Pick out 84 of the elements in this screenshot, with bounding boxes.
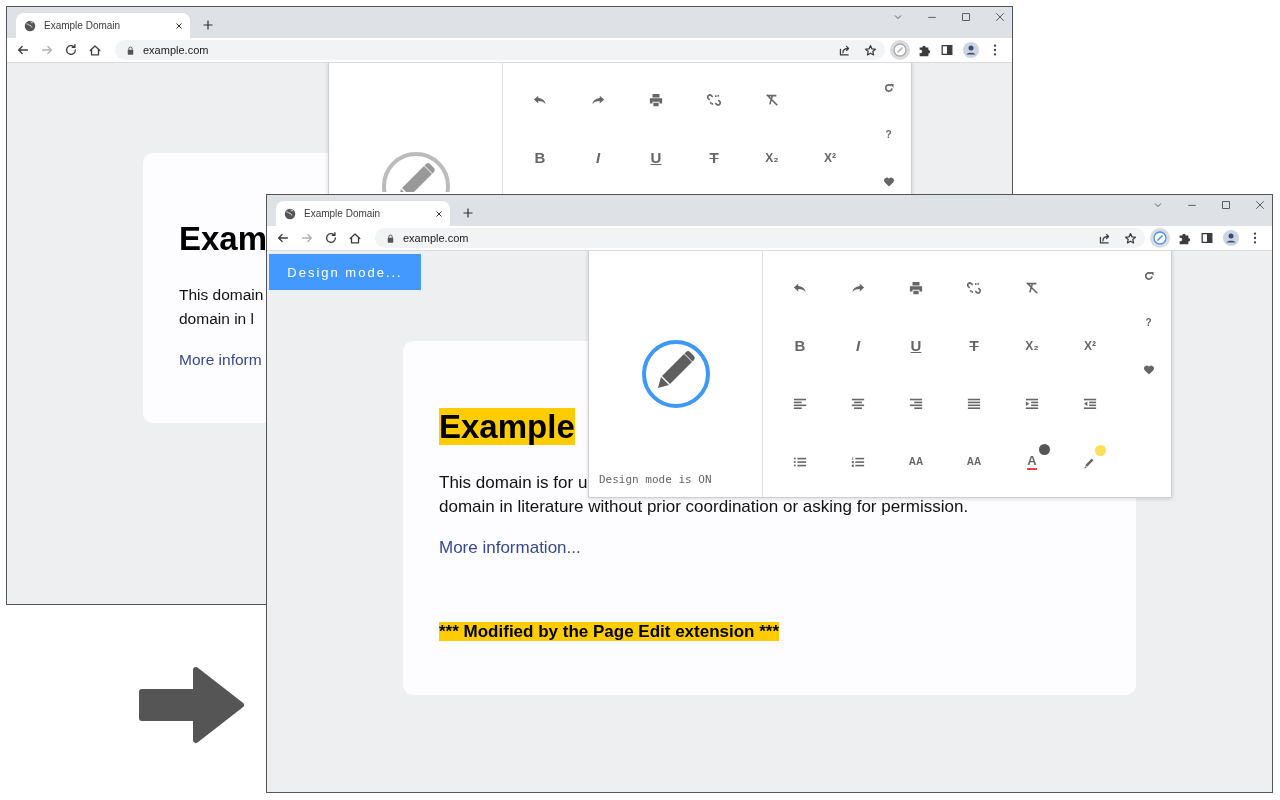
more-info-link[interactable]: More inform [179,351,262,368]
status-text: Design mode is ON [599,473,712,487]
heart-icon[interactable] [882,175,895,188]
close-tab-icon[interactable] [434,208,444,219]
italic-button[interactable]: I [595,150,601,166]
numbered-list-icon[interactable] [851,455,865,469]
lock-icon [385,232,396,244]
italic-button[interactable]: I [855,338,861,354]
underline-button[interactable]: U [650,150,662,166]
globe-icon [284,207,296,220]
back-icon[interactable] [276,231,290,245]
superscript-button[interactable]: X² [1084,338,1096,354]
home-icon[interactable] [88,43,102,57]
profile-icon[interactable] [1223,230,1239,246]
subscript-button[interactable]: X₂ [765,150,779,166]
font-size-button[interactable]: AA [908,454,924,470]
clear-format-icon[interactable] [765,93,779,107]
refresh-icon[interactable] [1142,269,1155,282]
align-left-icon[interactable] [793,397,807,411]
printer-icon[interactable] [649,93,663,107]
heart-icon[interactable] [1142,363,1155,376]
justify-icon[interactable] [967,397,981,411]
back-icon[interactable] [16,43,30,57]
lock-icon [125,44,136,56]
printer-icon[interactable] [909,281,923,295]
page-heading: Exam [179,220,268,257]
bullet-list-icon[interactable] [793,455,807,469]
superscript-button[interactable]: X² [824,150,836,166]
compass-icon[interactable] [1150,228,1170,248]
page-heading: Example [439,408,575,445]
broken-link-icon[interactable] [967,281,981,295]
text-color-button[interactable]: A [1027,454,1037,470]
close-icon[interactable] [994,11,1006,23]
side-panel-icon[interactable] [940,43,954,57]
new-tab-icon[interactable] [462,207,474,219]
share-icon[interactable] [1098,231,1111,245]
profile-icon[interactable] [963,42,979,58]
subscript-button[interactable]: X₂ [1025,338,1039,354]
help-button[interactable]: ? [885,126,892,143]
paragraph-line: This domain [179,286,264,303]
bold-button[interactable]: B [534,150,546,166]
home-icon[interactable] [348,231,362,245]
puzzle-icon[interactable] [917,43,931,57]
globe-icon [24,19,36,32]
align-center-icon[interactable] [851,397,865,411]
close-icon[interactable] [1254,199,1266,211]
close-tab-icon[interactable] [174,20,184,31]
font-size-button[interactable]: AA [966,454,982,470]
share-icon[interactable] [838,43,851,57]
reload-icon[interactable] [64,43,78,57]
tab-title: Example Domain [44,20,122,31]
browser-tab[interactable]: Example Domain [16,13,190,38]
paragraph-line: This domain is for u [439,473,588,492]
tab-title: Example Domain [304,208,382,219]
modified-notice: *** Modified by the Page Edit extension *** [439,622,780,641]
address-bar[interactable]: example.com [115,40,885,60]
reload-icon[interactable] [324,231,338,245]
maximize-icon[interactable] [960,11,972,23]
align-right-icon[interactable] [909,397,923,411]
paragraph-line: domain in l [179,310,254,327]
star-icon[interactable] [864,43,877,57]
puzzle-icon[interactable] [1177,231,1191,245]
url-text: example.com [403,232,469,244]
address-bar[interactable]: example.com [375,228,1145,248]
side-panel-icon[interactable] [1200,231,1214,245]
paragraph-line: domain in literature without prior coordination or asking for permission. [439,497,969,516]
indent-icon[interactable] [1025,397,1039,411]
outdent-icon[interactable] [1083,397,1097,411]
underline-button[interactable]: U [910,338,922,354]
help-button[interactable]: ? [1145,314,1152,331]
broken-link-icon[interactable] [707,93,721,107]
bold-button[interactable]: B [794,338,806,354]
maximize-icon[interactable] [1220,199,1232,211]
url-text: example.com [143,44,209,56]
new-tab-icon[interactable] [202,19,214,31]
pencil-icon[interactable] [639,338,712,410]
strikethrough-button[interactable]: T [709,150,719,166]
star-icon[interactable] [1124,231,1137,245]
browser-tab[interactable]: Example Domain [276,201,450,226]
pencil-icon[interactable] [379,150,452,192]
clear-format-icon[interactable] [1025,281,1039,295]
strikethrough-button[interactable]: T [969,338,979,354]
refresh-icon[interactable] [882,81,895,94]
more-info-link[interactable]: More information... [439,538,581,557]
